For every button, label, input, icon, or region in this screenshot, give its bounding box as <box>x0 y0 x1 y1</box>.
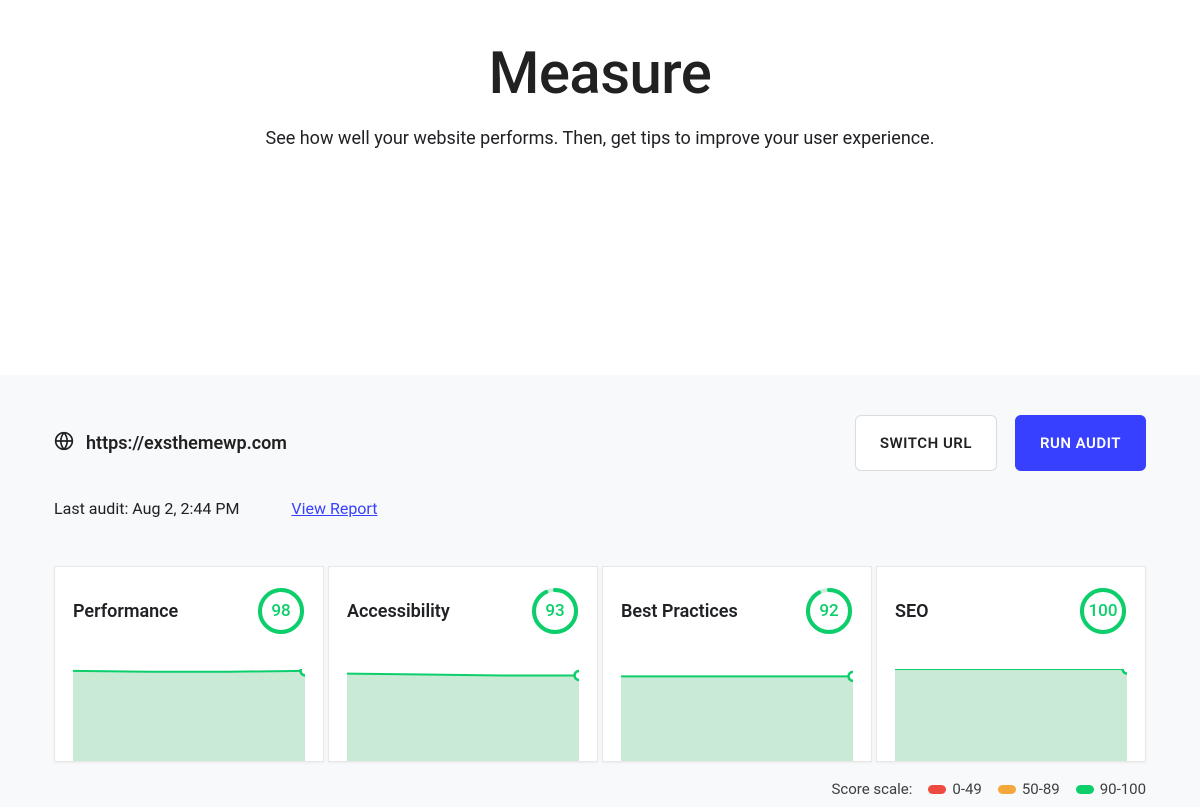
score-value: 100 <box>1079 587 1127 635</box>
score-card: SEO 100 <box>876 566 1146 762</box>
score-card: Performance 98 <box>54 566 324 762</box>
panel-header: https://exsthemewp.com SWITCH URL RUN AU… <box>54 415 1146 471</box>
audit-meta: Last audit: Aug 2, 2:44 PM View Report <box>54 499 1146 518</box>
switch-url-button[interactable]: SWITCH URL <box>855 415 997 471</box>
score-gauge: 100 <box>1079 587 1127 635</box>
last-audit-text: Last audit: Aug 2, 2:44 PM <box>54 499 239 518</box>
score-cards: Performance 98 Accessibility <box>54 566 1146 762</box>
card-header: Performance 98 <box>73 587 305 635</box>
score-value: 93 <box>531 587 579 635</box>
pill-red-icon <box>928 785 946 794</box>
hero: Measure See how well your website perfor… <box>0 0 1200 375</box>
score-sparkline <box>621 669 853 761</box>
card-title: Accessibility <box>347 601 450 622</box>
run-audit-button[interactable]: RUN AUDIT <box>1015 415 1146 471</box>
card-title: SEO <box>895 601 929 622</box>
scale-range-warn: 50-89 <box>1022 780 1060 798</box>
score-scale: Score scale: 0-49 50-89 90-100 <box>54 780 1146 798</box>
score-sparkline <box>347 669 579 761</box>
scale-label: Score scale: <box>831 780 912 798</box>
card-title: Performance <box>73 601 178 622</box>
scale-range-good: 90-100 <box>1100 780 1146 798</box>
scale-good: 90-100 <box>1076 780 1146 798</box>
page-subtitle: See how well your website performs. Then… <box>40 128 1160 149</box>
globe-icon <box>54 431 74 455</box>
page-title: Measure <box>40 40 1160 108</box>
score-sparkline <box>895 669 1127 761</box>
scale-bad: 0-49 <box>928 780 981 798</box>
action-buttons: SWITCH URL RUN AUDIT <box>855 415 1146 471</box>
score-value: 92 <box>805 587 853 635</box>
audited-url: https://exsthemewp.com <box>86 433 287 454</box>
card-header: Best Practices 92 <box>621 587 853 635</box>
view-report-link[interactable]: View Report <box>291 499 377 518</box>
scale-warn: 50-89 <box>998 780 1060 798</box>
results-panel: https://exsthemewp.com SWITCH URL RUN AU… <box>0 375 1200 807</box>
score-card: Best Practices 92 <box>602 566 872 762</box>
card-header: Accessibility 93 <box>347 587 579 635</box>
score-card: Accessibility 93 <box>328 566 598 762</box>
card-title: Best Practices <box>621 601 738 622</box>
score-gauge: 98 <box>257 587 305 635</box>
scale-range-bad: 0-49 <box>952 780 981 798</box>
url-display: https://exsthemewp.com <box>54 431 287 455</box>
pill-orange-icon <box>998 785 1016 794</box>
score-gauge: 92 <box>805 587 853 635</box>
card-header: SEO 100 <box>895 587 1127 635</box>
score-value: 98 <box>257 587 305 635</box>
pill-green-icon <box>1076 785 1094 794</box>
score-gauge: 93 <box>531 587 579 635</box>
score-sparkline <box>73 669 305 761</box>
